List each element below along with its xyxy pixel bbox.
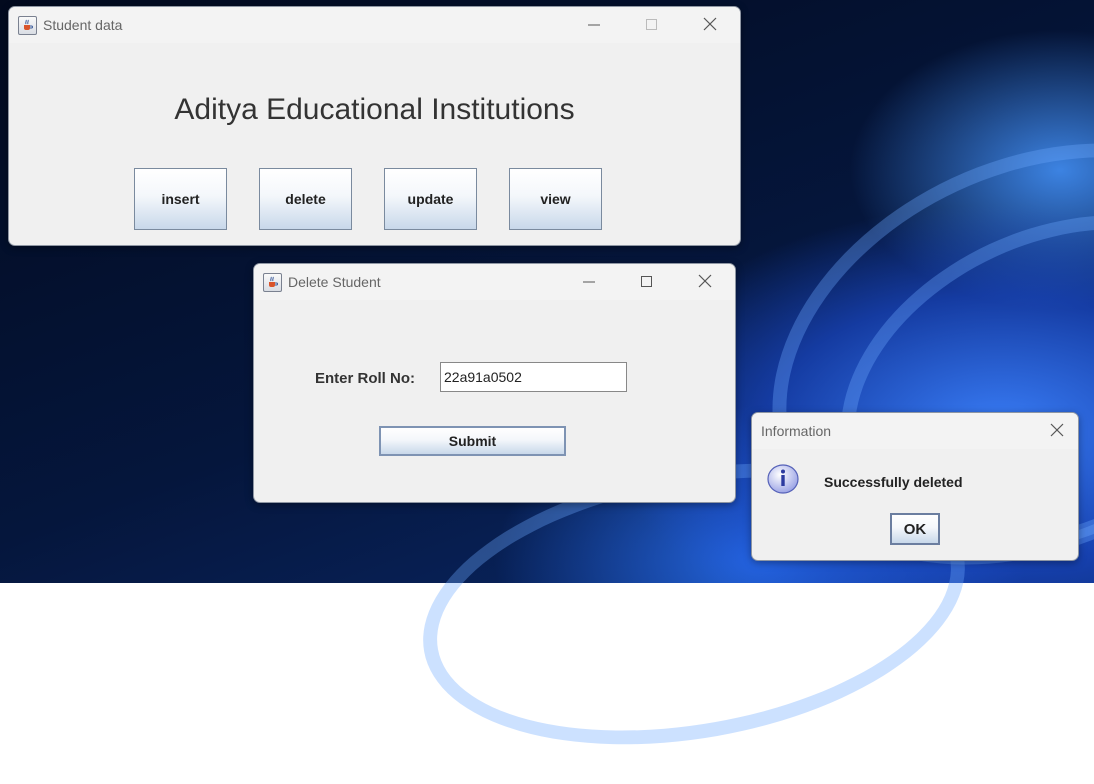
java-cup-icon <box>18 16 37 35</box>
minimize-icon[interactable] <box>581 15 607 35</box>
maximize-icon[interactable] <box>634 272 660 292</box>
view-button[interactable]: view <box>509 168 602 230</box>
minimize-icon[interactable] <box>576 272 602 292</box>
close-icon[interactable] <box>697 15 723 35</box>
roll-no-label: Enter Roll No: <box>315 370 415 387</box>
delete-student-window: Delete Student Enter Roll No: 22a91a0502… <box>253 263 736 503</box>
dialog-title: Information <box>761 423 832 439</box>
delete-button[interactable]: delete <box>259 168 352 230</box>
roll-no-input[interactable]: 22a91a0502 <box>440 362 627 392</box>
institution-heading: Aditya Educational Institutions <box>174 93 575 126</box>
information-dialog: Information Successfully deleted OK <box>751 412 1079 561</box>
window-title: Student data <box>43 17 123 33</box>
close-icon[interactable] <box>1044 421 1070 441</box>
title-bar: Student data <box>9 7 740 43</box>
update-button[interactable]: update <box>384 168 477 230</box>
student-data-window: Student data Aditya Educational Institut… <box>8 6 741 246</box>
ok-button[interactable]: OK <box>890 513 940 545</box>
window-title: Delete Student <box>288 274 381 290</box>
title-bar: Delete Student <box>254 264 735 300</box>
info-icon <box>766 461 800 495</box>
message-text: Successfully deleted <box>824 474 963 490</box>
submit-button[interactable]: Submit <box>379 426 566 456</box>
close-icon[interactable] <box>692 272 718 292</box>
maximize-icon[interactable] <box>639 15 665 35</box>
insert-button[interactable]: insert <box>134 168 227 230</box>
java-cup-icon <box>263 273 282 292</box>
title-bar: Information <box>752 413 1078 449</box>
